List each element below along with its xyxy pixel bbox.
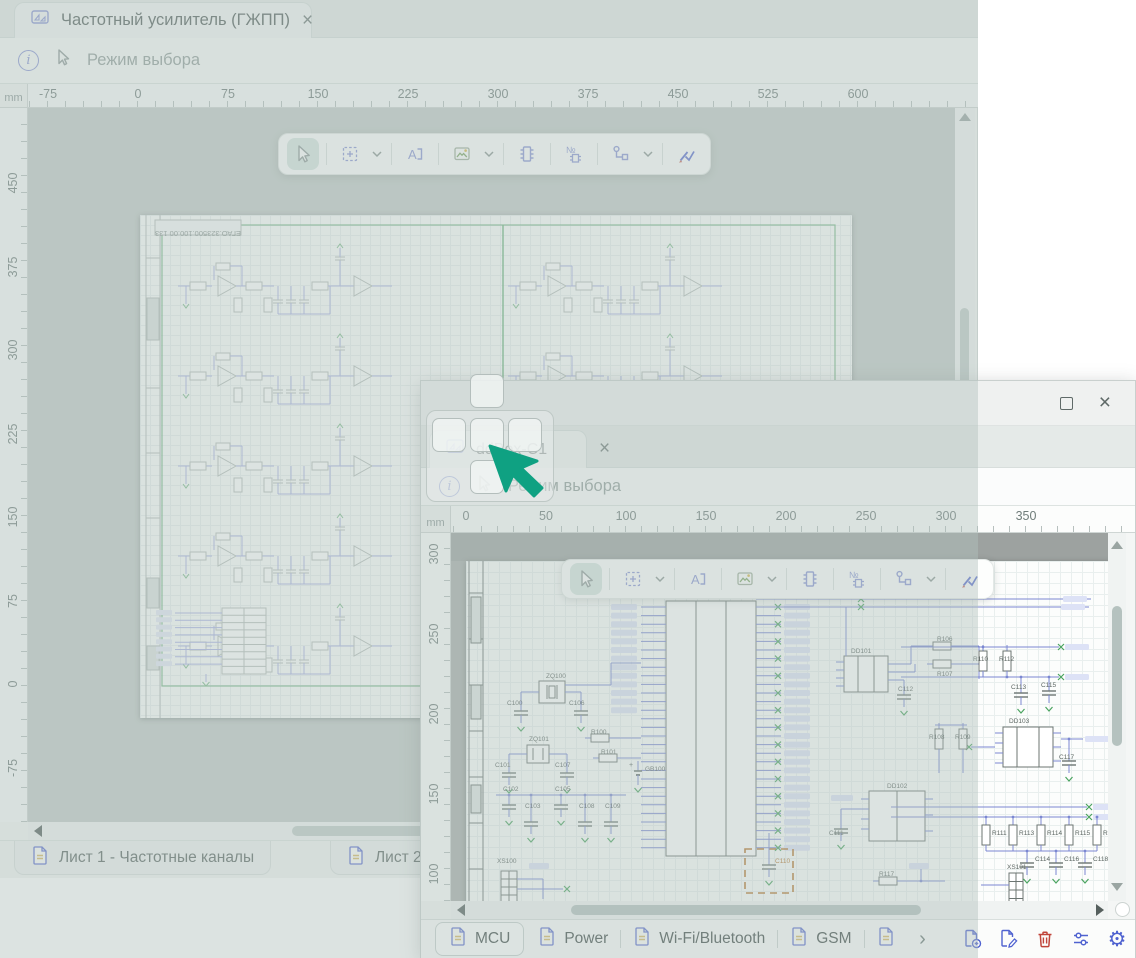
ruler-label: 350 xyxy=(1016,509,1037,523)
dock-target-top[interactable] xyxy=(470,374,504,408)
component-label: C117 xyxy=(1059,754,1074,761)
screen: Частотный усилитель (ГЖПП) × Режим выбор… xyxy=(0,0,1136,958)
sheet-settings-gear-icon[interactable]: ⚙ xyxy=(1102,924,1132,954)
dock-target-left[interactable] xyxy=(432,418,466,452)
component-label: R115 xyxy=(1075,830,1090,837)
resize-grip-icon[interactable] xyxy=(1115,902,1130,917)
delete-sheet-button[interactable] xyxy=(1030,924,1060,954)
component-label: R113 xyxy=(1019,830,1034,837)
component-label: C115 xyxy=(1041,682,1056,689)
scroll-up-icon[interactable] xyxy=(1111,541,1123,549)
component-label: R112 xyxy=(999,656,1014,663)
component-label: DD103 xyxy=(1009,718,1030,725)
window-maximize-icon[interactable] xyxy=(1060,397,1073,410)
component-label: C113 xyxy=(1011,684,1026,691)
component-label: C116 xyxy=(1064,856,1079,863)
drag-cursor-icon xyxy=(487,443,551,507)
window-close-icon[interactable]: × xyxy=(1099,392,1111,413)
rename-sheet-button[interactable] xyxy=(994,924,1024,954)
component-label: C114 xyxy=(1035,856,1050,863)
component-label: C118 xyxy=(1093,856,1108,863)
sheet-filter-button[interactable] xyxy=(1066,924,1096,954)
fg-vscroll-thumb[interactable] xyxy=(1112,606,1122,746)
component-label: R114 xyxy=(1047,830,1062,837)
fg-vertical-scrollbar[interactable] xyxy=(1108,533,1126,901)
scroll-down-icon[interactable] xyxy=(1111,883,1123,891)
component-label: R111 xyxy=(992,830,1007,837)
scroll-right-icon[interactable] xyxy=(1096,904,1104,916)
